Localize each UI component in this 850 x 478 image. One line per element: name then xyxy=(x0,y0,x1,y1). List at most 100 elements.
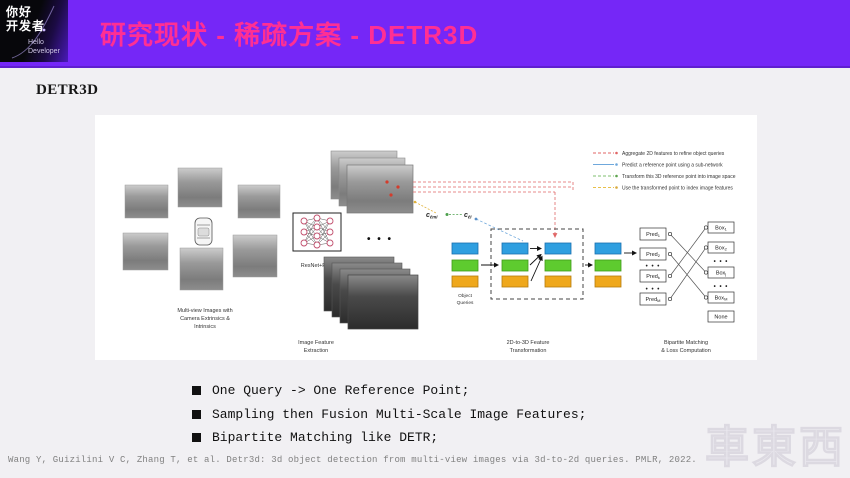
pred-label: Pred xyxy=(646,252,658,258)
projection-formula: cℓmi cℓi xyxy=(414,201,523,241)
bullet-list: One Query -> One Reference Point; Sampli… xyxy=(192,379,586,450)
box-sub: M xyxy=(724,297,727,302)
bullet-text: Bipartite Matching like DETR; xyxy=(212,426,438,450)
object-queries-line2: Queries xyxy=(457,300,474,306)
query-box-yellow xyxy=(502,276,528,287)
green-dot xyxy=(446,213,449,216)
ellipsis-dots: • • • xyxy=(714,259,729,265)
query-box-blue xyxy=(545,243,571,254)
box-label: Box xyxy=(716,271,726,277)
hello-developer-logo: 你好 开发者 Hello Developer xyxy=(0,0,68,62)
bullet-item: Sampling then Fusion Multi-Scale Image F… xyxy=(192,403,586,427)
query-box-green xyxy=(452,260,478,271)
formula-rhs-sub: ℓi xyxy=(468,215,472,220)
stage1-label-line2: Extraction xyxy=(304,348,328,354)
legend-label: Aggregate 2D features to refine object q… xyxy=(622,151,725,157)
legend-row-predict: Predict a reference point using a sub-ne… xyxy=(593,162,723,168)
bullet-item: Bipartite Matching like DETR; xyxy=(192,426,586,450)
square-bullet-icon xyxy=(192,410,201,419)
detr3d-architecture-diagram: Multi-view Images with Camera Extrinsics… xyxy=(95,115,757,360)
box-label: Box xyxy=(715,226,725,232)
stage3-label-line1: Bipartite Matching xyxy=(664,340,708,346)
yellow-dot xyxy=(414,201,417,204)
object-queries-label: Object Queries xyxy=(457,293,474,306)
multiview-label: Multi-view Images with Camera Extrinsics… xyxy=(177,308,232,330)
query-box-green xyxy=(545,260,571,271)
stage2-label-line2: Transformation xyxy=(510,348,547,354)
logo-en-line1: Hello xyxy=(28,38,60,47)
query-box-blue xyxy=(595,243,621,254)
bullet-text: One Query -> One Reference Point; xyxy=(212,379,469,403)
query-box-blue xyxy=(452,243,478,254)
query-box-green xyxy=(595,260,621,271)
ellipsis-dots: • • • xyxy=(714,284,729,290)
query-box-yellow xyxy=(545,276,571,287)
query-box-yellow xyxy=(452,276,478,287)
pred-sub: k xyxy=(658,275,660,280)
camera-image xyxy=(180,248,223,290)
svg-text:cℓi: cℓi xyxy=(464,212,472,220)
header-bar: 你好 开发者 Hello Developer 研究现状 - 稀疏方案 - DET… xyxy=(0,0,850,68)
bullet-text: Sampling then Fusion Multi-Scale Image F… xyxy=(212,403,586,427)
pred-label: Pred xyxy=(646,274,658,280)
pred-sub: M xyxy=(657,298,660,303)
formula-lhs-sub: ℓmi xyxy=(430,215,438,220)
svg-text:Boxj: Boxj xyxy=(716,271,726,277)
multiview-images: Multi-view Images with Camera Extrinsics… xyxy=(123,168,280,330)
svg-text:Pred2: Pred2 xyxy=(646,252,661,258)
bipartite-matching-lines xyxy=(668,226,707,301)
svg-text:BoxM: BoxM xyxy=(715,296,728,302)
ego-car-icon xyxy=(195,218,212,245)
blue-dashed-line xyxy=(476,219,523,241)
query-columns xyxy=(452,243,621,287)
none-label: None xyxy=(714,315,727,321)
svg-text:Box1: Box1 xyxy=(715,226,727,232)
svg-text:PredM: PredM xyxy=(646,297,661,303)
multiview-label-line1: Multi-view Images with xyxy=(177,308,232,314)
svg-text:Pred1: Pred1 xyxy=(646,232,661,238)
object-query-column xyxy=(452,243,478,287)
watermark: 車東西 xyxy=(705,426,846,470)
query-box-green xyxy=(502,260,528,271)
pred-label: Pred xyxy=(646,297,658,303)
camera-image xyxy=(178,168,222,207)
camera-image xyxy=(123,233,168,270)
blue-dot xyxy=(475,218,478,221)
square-bullet-icon xyxy=(192,433,201,442)
ellipsis-dots: • • • xyxy=(367,234,393,245)
stage3-label-line2: & Loss Computation xyxy=(661,348,711,354)
square-bullet-icon xyxy=(192,386,201,395)
query-box-yellow xyxy=(595,276,621,287)
query-box-blue xyxy=(502,243,528,254)
feature-maps-top xyxy=(331,151,413,213)
query-column-4 xyxy=(595,243,621,287)
svg-text:cℓmi: cℓmi xyxy=(426,212,438,220)
box-column: Box1 Box2 • • • Boxj • • • BoxM None xyxy=(708,222,734,322)
query-column-3 xyxy=(545,243,571,287)
svg-text:Predk: Predk xyxy=(646,274,660,280)
multiview-label-line3: Intrinsics xyxy=(194,324,216,330)
multiview-label-line2: Camera Extrinsics & xyxy=(180,316,230,322)
box-sub: j xyxy=(724,272,726,277)
camera-image xyxy=(233,235,277,277)
legend: Aggregate 2D features to refine object q… xyxy=(593,151,736,192)
camera-image xyxy=(125,185,168,218)
object-queries-line1: Object xyxy=(458,293,473,299)
legend-row-aggregate: Aggregate 2D features to refine object q… xyxy=(593,151,725,157)
query-column-2 xyxy=(502,243,528,287)
legend-label: Transform this 3D reference point into i… xyxy=(622,174,736,180)
legend-label: Predict a reference point using a sub-ne… xyxy=(622,162,723,168)
bullet-item: One Query -> One Reference Point; xyxy=(192,379,586,403)
camera-image xyxy=(238,185,280,218)
logo-cn-line2: 开发者 xyxy=(6,19,45,33)
logo-chinese-text: 你好 开发者 xyxy=(6,5,45,33)
box-label: Box xyxy=(715,296,725,302)
legend-label: Use the transformed point to index image… xyxy=(622,185,733,191)
stage2-label-line1: 2D-to-3D Feature xyxy=(507,340,550,346)
pred-label: Pred xyxy=(646,232,658,238)
svg-text:Box2: Box2 xyxy=(715,246,727,252)
legend-row-transform: Transform this 3D reference point into i… xyxy=(593,174,736,180)
citation: Wang Y, Guizilini V C, Zhang T, et al. D… xyxy=(8,455,697,465)
slide: 你好 开发者 Hello Developer 研究现状 - 稀疏方案 - DET… xyxy=(0,0,850,478)
logo-english-text: Hello Developer xyxy=(28,38,60,56)
